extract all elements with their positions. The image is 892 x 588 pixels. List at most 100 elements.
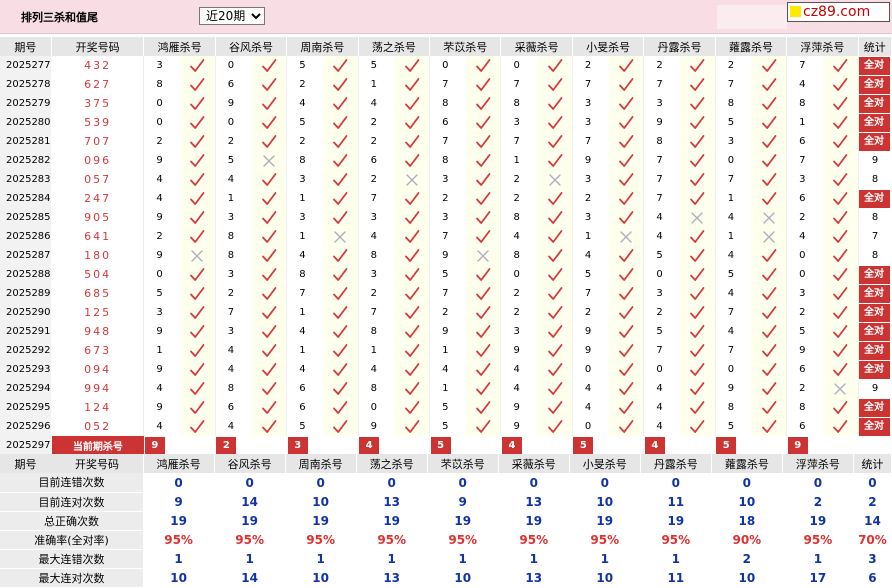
kill-number-cell: 8 xyxy=(786,398,823,417)
check-icon xyxy=(761,248,777,262)
kill-result-cell xyxy=(465,227,502,246)
period-cell: 2025285 xyxy=(0,208,52,227)
check-icon xyxy=(690,286,705,300)
kill-number-cell: 5 xyxy=(286,56,323,75)
table-row: 2025293 094 9 4 4 4 4 4 0 0 0 6 全对 xyxy=(0,360,892,379)
kill-number-cell: 5 xyxy=(429,417,466,436)
kill-result-cell xyxy=(537,417,573,436)
check-icon xyxy=(261,324,277,338)
kill-number-cell: 0 xyxy=(643,265,681,284)
kill-number-cell: 5 xyxy=(643,322,681,341)
check-icon xyxy=(833,267,848,281)
kill-number-cell: 8 xyxy=(429,94,466,113)
kill-result-cell xyxy=(251,227,288,246)
kill-result-cell xyxy=(608,227,645,246)
table-row: 2025289 685 5 2 7 2 7 2 7 3 4 3 全对 xyxy=(0,284,892,303)
kill-result-cell xyxy=(394,75,431,94)
current-kill-cell: 2 xyxy=(215,436,287,455)
table-row: 2025288 504 0 3 8 3 5 0 5 0 5 0 全对 xyxy=(0,265,892,284)
check-icon xyxy=(547,381,562,395)
kill-result-cell xyxy=(680,360,716,379)
check-icon xyxy=(404,153,420,167)
kill-number-cell: 0 xyxy=(143,94,181,113)
check-icon xyxy=(333,324,348,338)
summary-value: 9 xyxy=(174,494,183,509)
period-cell: 2025280 xyxy=(0,113,52,132)
kill-result-cell xyxy=(394,417,431,436)
kill-result-cell xyxy=(680,94,716,113)
kill-number-cell: 7 xyxy=(500,132,538,151)
check-icon xyxy=(261,362,277,376)
kill-result-cell xyxy=(751,132,788,151)
summary-value: 17 xyxy=(809,570,827,585)
summary-value: 0 xyxy=(458,475,467,490)
check-icon xyxy=(404,267,420,281)
cross-icon xyxy=(263,154,275,167)
kill-result-cell xyxy=(822,208,859,227)
kill-result-cell xyxy=(608,398,645,417)
kill-number-cell: 6 xyxy=(215,75,252,94)
summary-value: 19 xyxy=(525,513,543,528)
kill-number-cell: 4 xyxy=(715,246,752,265)
kill-number-cell: 2 xyxy=(143,132,181,151)
summary-row: 最大连错次数 1 1 1 1 1 1 1 1 2 1 3 xyxy=(0,549,892,569)
winning-number-cell: 948 xyxy=(51,322,145,341)
period-select[interactable]: 近20期 xyxy=(199,7,265,25)
kill-number-cell: 7 xyxy=(215,303,252,322)
current-kill-cell: 3 xyxy=(286,436,359,455)
check-icon xyxy=(261,343,277,357)
kill-result-cell xyxy=(680,132,716,151)
summary-column-header: 荡之杀号 xyxy=(356,454,428,473)
kill-number-cell: 6 xyxy=(215,398,252,417)
kill-number-cell: 4 xyxy=(572,379,609,398)
kill-result-cell xyxy=(465,322,502,341)
winning-number-cell: 057 xyxy=(51,170,145,189)
kill-result-cell xyxy=(465,284,502,303)
summary-value: 0 xyxy=(245,475,254,490)
check-icon xyxy=(190,191,205,205)
current-kill-cell: 4 xyxy=(643,436,716,455)
kill-number-cell: 0 xyxy=(215,113,252,132)
kill-result-cell xyxy=(537,265,573,284)
kill-result-cell xyxy=(465,341,502,360)
kill-result-cell xyxy=(180,322,216,341)
period-cell: 2025279 xyxy=(0,94,52,113)
cross-icon xyxy=(548,173,561,186)
kill-result-cell xyxy=(537,170,573,189)
check-icon xyxy=(690,115,705,129)
kill-result-cell xyxy=(180,284,216,303)
kill-number-cell: 9 xyxy=(500,341,538,360)
summary-value: 1 xyxy=(671,551,680,566)
kill-result-cell xyxy=(465,170,502,189)
kill-number-cell: 8 xyxy=(215,379,252,398)
check-icon xyxy=(761,134,777,148)
column-header: 鸿雁杀号 xyxy=(143,37,216,56)
kill-number-cell: 7 xyxy=(786,56,823,75)
kill-result-cell xyxy=(180,151,216,170)
kill-number-cell: 8 xyxy=(500,208,538,227)
summary-value: 2 xyxy=(868,494,877,509)
summary-value: 10 xyxy=(596,570,614,585)
column-header: 芣苡杀号 xyxy=(429,37,502,56)
check-icon xyxy=(261,400,277,414)
site-logo[interactable]: cz89.com xyxy=(787,2,890,22)
kill-number-cell: 1 xyxy=(286,189,323,208)
kill-result-cell xyxy=(751,208,788,227)
kill-number-cell: 1 xyxy=(786,113,823,132)
kill-result-cell xyxy=(251,170,288,189)
kill-number-cell: 4 xyxy=(215,417,252,436)
column-header: 荡之杀号 xyxy=(358,37,431,56)
check-icon xyxy=(333,286,348,300)
kill-result-cell xyxy=(608,113,645,132)
kill-result-cell xyxy=(465,151,502,170)
kill-result-cell xyxy=(465,303,502,322)
kill-result-cell xyxy=(394,132,431,151)
kill-result-cell xyxy=(251,132,288,151)
kill-result-cell xyxy=(465,360,502,379)
kill-number-cell: 9 xyxy=(143,208,181,227)
winning-number-cell: 096 xyxy=(51,151,145,170)
check-icon xyxy=(476,191,491,205)
kill-number-cell: 3 xyxy=(572,113,609,132)
check-icon xyxy=(333,210,348,224)
summary-column-header: 蕹露杀号 xyxy=(711,454,783,473)
